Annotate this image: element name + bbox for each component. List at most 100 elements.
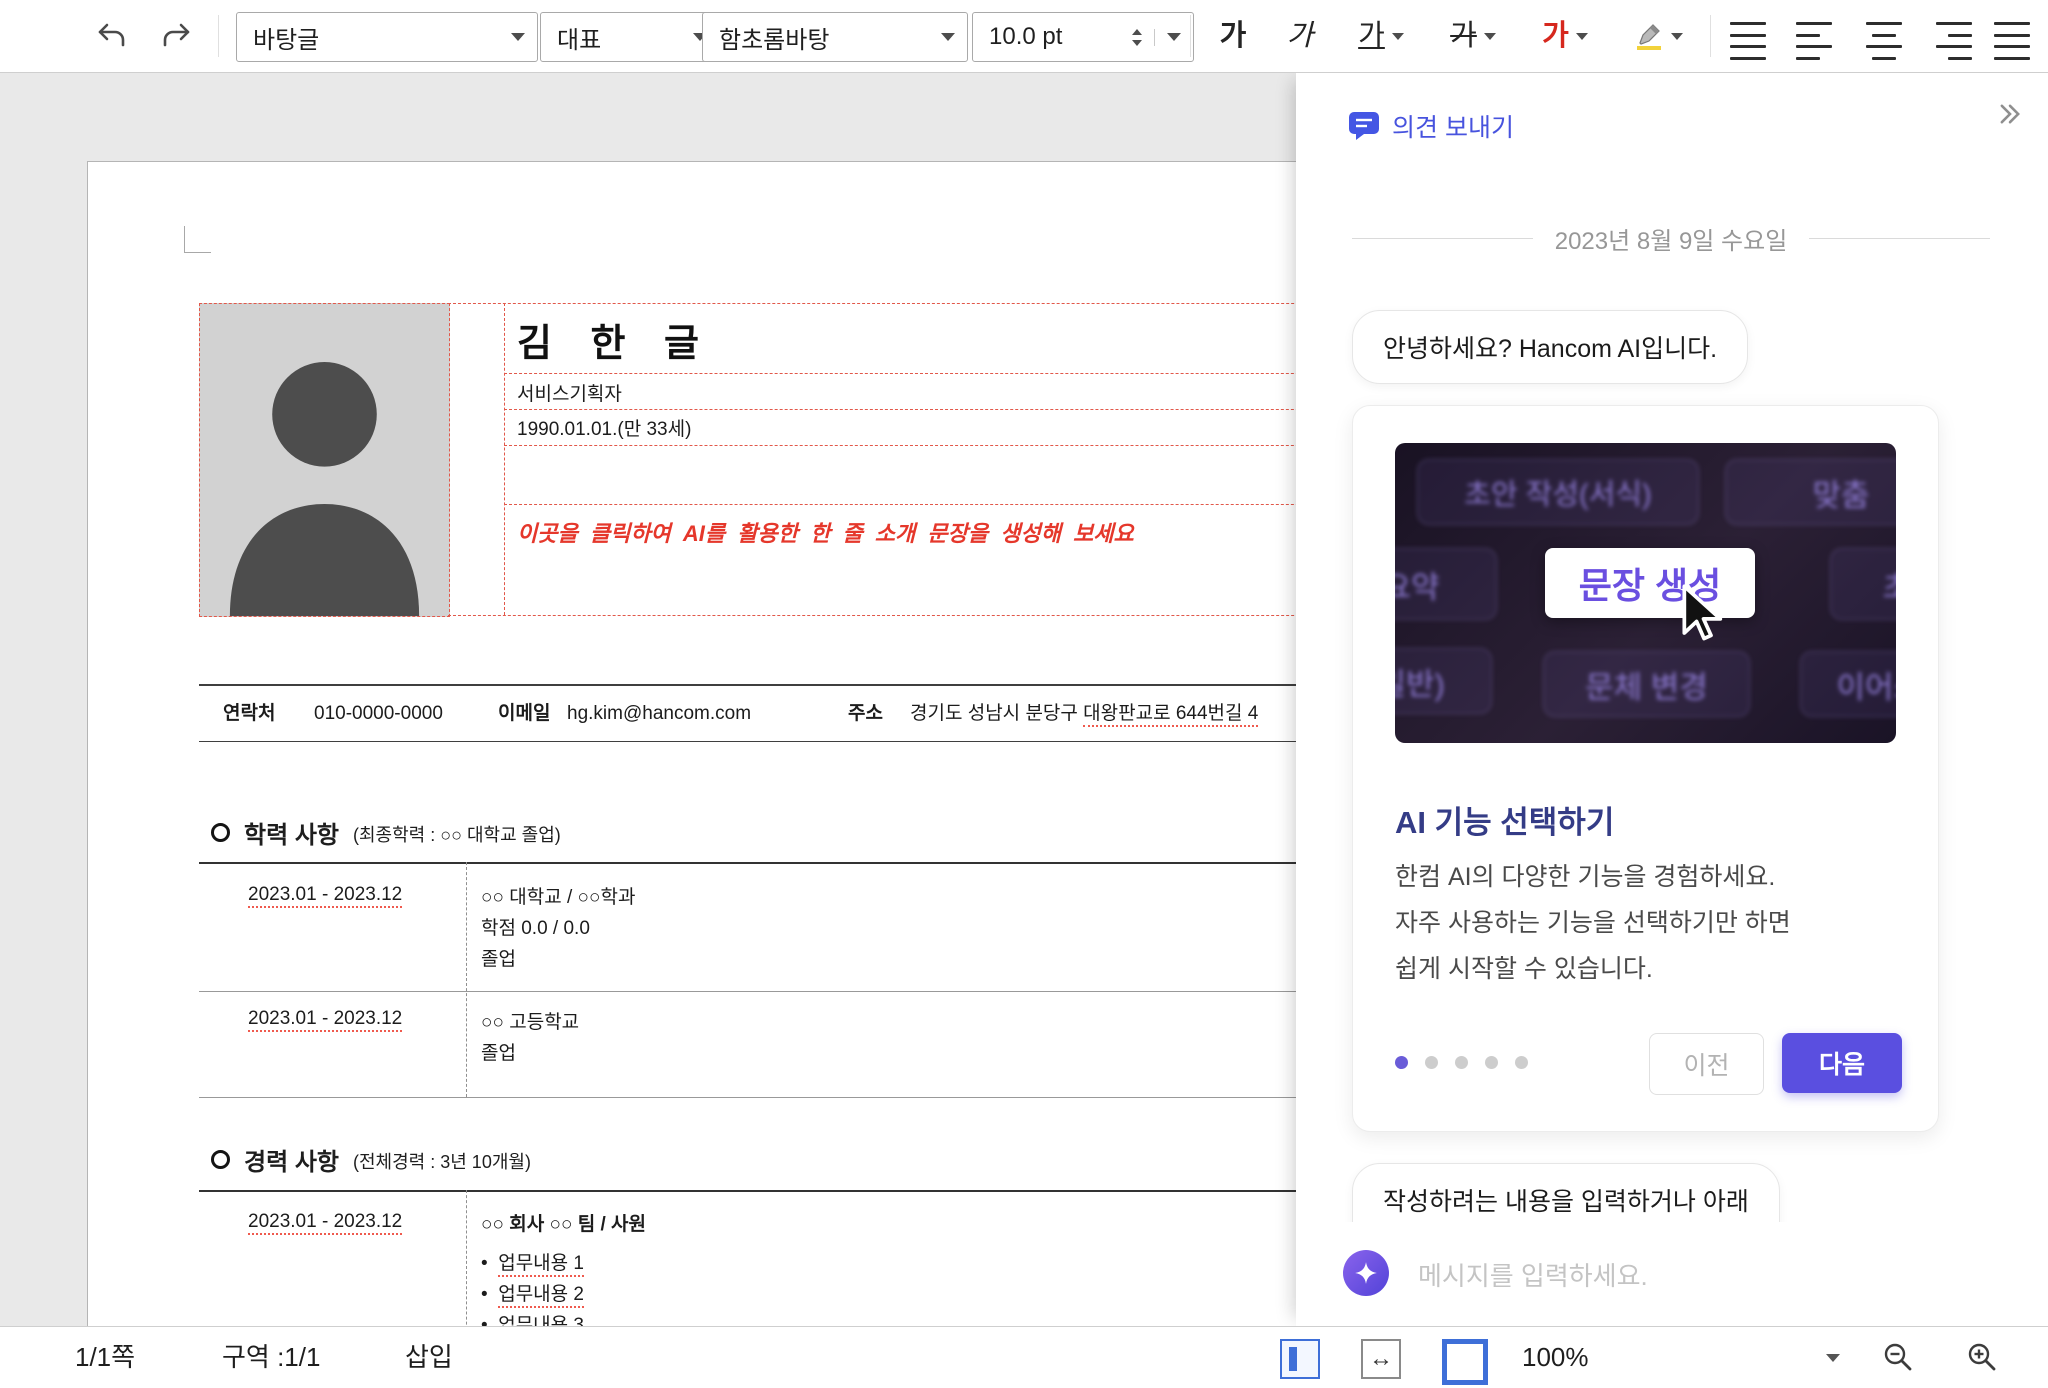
toolbar-separator: [218, 15, 219, 57]
resume-job-title: 서비스기획자: [517, 379, 622, 406]
table-column-divider: [466, 1190, 467, 1326]
send-feedback-button[interactable]: 의견 보내기: [1348, 108, 1514, 144]
red-dashed-guide: [504, 373, 1296, 374]
career-company: ○○ 회사 ○○ 팀 / 사원: [481, 1209, 646, 1240]
font-family-dropdown[interactable]: 함초롬바탕: [702, 12, 968, 62]
career-bullet: • 업무내용 2: [481, 1279, 646, 1310]
paragraph-style-value: 바탕글: [253, 20, 499, 55]
formatting-toolbar: 바탕글 대표 함초롬바탕 10.0 pt 가 가 가 가 가: [0, 0, 2048, 73]
font-family-value: 함초롬바탕: [719, 20, 929, 55]
align-right-button[interactable]: [1924, 17, 1976, 65]
page-outline-view-button[interactable]: [1280, 1339, 1320, 1379]
align-center-button[interactable]: [1858, 17, 1910, 65]
fit-page-button[interactable]: [1442, 1339, 1488, 1385]
chevron-down-icon: [1167, 33, 1181, 41]
chevron-down-icon: [1392, 33, 1404, 40]
education-title: 학력 사항: [244, 815, 339, 850]
section-indicator: 구역 :1/1: [222, 1327, 320, 1387]
red-dashed-guide: [504, 409, 1296, 410]
undo-icon: [94, 20, 128, 52]
address-label: 주소: [848, 689, 883, 739]
table-rule: [199, 862, 1296, 864]
carousel-dot[interactable]: [1485, 1056, 1498, 1069]
table-column-divider: [466, 862, 467, 1097]
career-period: 2023.01 - 2023.12: [248, 1211, 402, 1233]
collapse-panel-button[interactable]: [1996, 100, 2024, 133]
document-workspace: 김 한 글 서비스기획자 1990.01.01.(만 33세) 이곳을 클릭하여…: [0, 72, 1296, 1326]
carousel-dot[interactable]: [1425, 1056, 1438, 1069]
message-input[interactable]: 메시지를 입력하세요.: [1418, 1222, 1648, 1326]
font-size-stepper[interactable]: [1132, 29, 1155, 46]
style-preset-value: 대표: [557, 20, 681, 55]
carousel-dots[interactable]: [1395, 1056, 1528, 1069]
email-value: hg.kim@hancom.com: [567, 689, 751, 739]
step-down-icon: [1132, 40, 1142, 46]
chevron-down-icon: [1576, 33, 1588, 40]
align-distribute-button[interactable]: [1990, 17, 2042, 65]
person-silhouette-icon: [200, 304, 449, 616]
divider-line: [1809, 238, 1990, 239]
photo-placeholder[interactable]: [199, 303, 450, 617]
red-dashed-guide: [504, 504, 1296, 505]
table-rule: [199, 1190, 1296, 1192]
send-feedback-label: 의견 보내기: [1392, 108, 1514, 144]
phone-label: 연락처: [223, 689, 275, 739]
chevron-down-icon: [1484, 33, 1496, 40]
highlight-button[interactable]: [1612, 12, 1702, 60]
cursor-pointer-icon: [1671, 581, 1735, 645]
chevron-down-icon: [1671, 33, 1683, 40]
illustration-tile: (일반): [1395, 648, 1492, 714]
font-size-value: 10.0 pt: [989, 23, 1118, 51]
carousel-dot[interactable]: [1455, 1056, 1468, 1069]
zoom-dropdown[interactable]: 100%: [1510, 1327, 1850, 1387]
ai-assistant-panel: 의견 보내기 2023년 8월 9일 수요일 안녕하세요? Hancom AI입…: [1296, 72, 2048, 1326]
feedback-chat-icon: [1348, 110, 1380, 142]
prev-button[interactable]: 이전: [1649, 1033, 1764, 1095]
resume-page[interactable]: 김 한 글 서비스기획자 1990.01.01.(만 33세) 이곳을 클릭하여…: [87, 161, 1296, 1326]
red-dashed-guide: [448, 303, 1296, 304]
page-indicator: 1/1쪽: [75, 1327, 135, 1387]
next-button[interactable]: 다음: [1782, 1033, 1902, 1093]
style-preset-dropdown[interactable]: 대표: [540, 12, 720, 62]
education-period: 2023.01 - 2023.12: [248, 1008, 402, 1030]
zoom-in-button[interactable]: [1964, 1339, 2000, 1375]
red-dashed-guide: [448, 615, 1296, 616]
zoom-value: 100%: [1522, 1327, 1589, 1387]
fit-width-button[interactable]: ↔: [1361, 1339, 1401, 1379]
greeting-text: 안녕하세요? Hancom AI입니다.: [1383, 329, 1717, 365]
zoom-out-button[interactable]: [1880, 1339, 1916, 1375]
ai-feature-card: 초안 작성(서식) 맞춤 요약 초안 (일반) 문체 변경 이어쓰기 문장 생성…: [1352, 405, 1939, 1132]
career-title: 경력 사항: [244, 1142, 339, 1177]
font-size-dropdown[interactable]: 10.0 pt: [972, 12, 1194, 62]
undo-button[interactable]: [84, 12, 138, 60]
education-detail: ○○ 고등학교 졸업: [481, 1007, 579, 1069]
redo-button[interactable]: [150, 12, 204, 60]
italic-button[interactable]: 가: [1272, 12, 1328, 60]
status-bar: 1/1쪽 구역 :1/1 삽입 ↔ 100%: [0, 1326, 2048, 1388]
feature-illustration: 초안 작성(서식) 맞춤 요약 초안 (일반) 문체 변경 이어쓰기 문장 생성: [1395, 443, 1896, 743]
ai-intro-placeholder[interactable]: 이곳을 클릭하여 AI를 활용한 한 줄 소개 문장을 생성해 보세요: [517, 516, 1134, 548]
section-bullet-icon: [211, 1150, 230, 1169]
highlighter-icon: [1632, 20, 1664, 52]
chat-date: 2023년 8월 9일 수요일: [1555, 221, 1788, 256]
chevron-down-icon: [511, 33, 525, 41]
sparkle-icon: [1353, 1260, 1379, 1286]
align-left-button[interactable]: [1792, 17, 1844, 65]
insert-mode-indicator[interactable]: 삽입: [405, 1327, 453, 1387]
align-justify-button[interactable]: [1726, 17, 1778, 65]
carousel-dot-active[interactable]: [1395, 1056, 1408, 1069]
career-bullet: • 업무내용 3: [481, 1310, 646, 1326]
underline-button[interactable]: 가: [1338, 12, 1424, 60]
page-outline-icon: [1289, 1347, 1297, 1371]
font-color-button[interactable]: 가: [1522, 12, 1608, 60]
card-body: 한컴 AI의 다양한 기능을 경험하세요. 자주 사용하는 기능을 선택하기만 …: [1395, 854, 1791, 992]
carousel-dot[interactable]: [1515, 1056, 1528, 1069]
career-subtitle: (전체경력 : 3년 10개월): [353, 1145, 531, 1174]
paragraph-style-dropdown[interactable]: 바탕글: [236, 12, 538, 62]
phone-value: 010-0000-0000: [314, 689, 443, 739]
margin-corner-mark: [184, 226, 211, 253]
bold-button[interactable]: 가: [1205, 12, 1261, 60]
strikethrough-button[interactable]: 가: [1430, 12, 1516, 60]
zoom-in-icon: [1965, 1340, 1999, 1374]
ai-sparkle-button[interactable]: [1343, 1250, 1389, 1296]
